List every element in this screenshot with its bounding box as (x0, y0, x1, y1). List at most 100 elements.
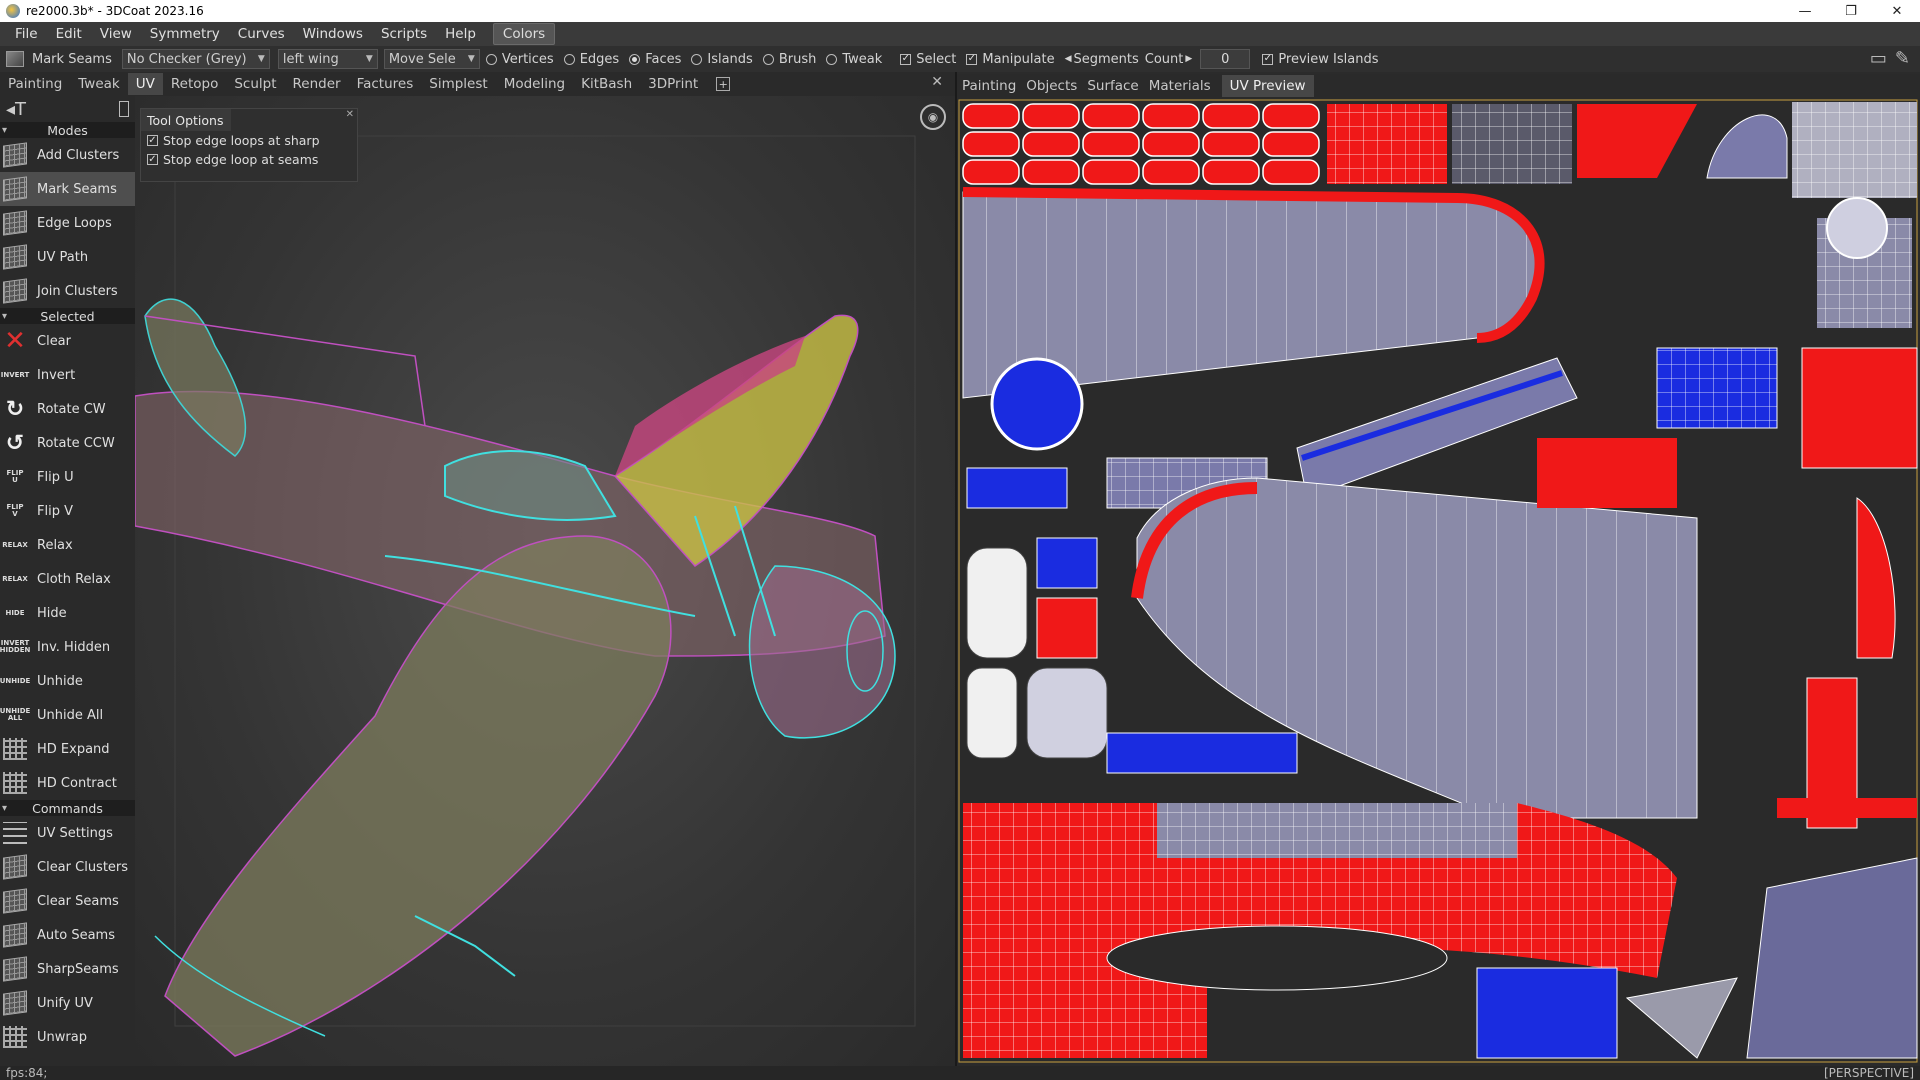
mode-tweak[interactable]: Tweak (826, 52, 882, 67)
aircraft-model-render (135, 135, 916, 1057)
rotate-cw-icon: ↻ (5, 396, 25, 422)
tab-3dprint[interactable]: 3DPrint (640, 73, 706, 95)
cmd-unify-uv[interactable]: Unify UV (0, 986, 135, 1020)
minimize-button[interactable]: — (1782, 0, 1828, 22)
mode-brush[interactable]: Brush (762, 52, 816, 67)
mode-faces[interactable]: Faces (629, 52, 681, 67)
cmd-hide[interactable]: HIDE Hide (0, 596, 135, 630)
menu-colors[interactable]: Colors (492, 23, 556, 45)
tool-options-title[interactable]: Tool Options (141, 109, 231, 131)
menu-edit[interactable]: Edit (47, 23, 91, 45)
tab-render[interactable]: Render (285, 73, 349, 95)
cmd-hd-contract[interactable]: HD Contract (0, 766, 135, 800)
unhide-icon: UNHIDE (0, 676, 31, 685)
cmd-auto-seams[interactable]: Auto Seams (0, 918, 135, 952)
tab-painting-right[interactable]: Painting (957, 75, 1021, 97)
option-stop-sharp[interactable]: ✓ Stop edge loops at sharp (141, 131, 357, 150)
cmd-clear-clusters[interactable]: Clear Clusters (0, 850, 135, 884)
item-label: SharpSeams (37, 961, 119, 977)
cmd-rotate-cw[interactable]: ↻ Rotate CW (0, 392, 135, 426)
cmd-unhide[interactable]: UNHIDE Unhide (0, 664, 135, 698)
add-room-icon[interactable]: + (716, 77, 731, 91)
pen-icon[interactable]: ✎ (1895, 48, 1910, 69)
checker-dropdown[interactable]: No Checker (Grey) ▼ (121, 49, 270, 69)
mode-uv-path[interactable]: UV Path (0, 240, 135, 274)
arrow-left-icon[interactable]: ◀ (1065, 54, 1072, 64)
tab-objects[interactable]: Objects (1021, 75, 1082, 97)
uv-layout (958, 99, 1918, 1063)
cmd-clear-seams[interactable]: Clear Seams (0, 884, 135, 918)
tab-materials[interactable]: Materials (1144, 75, 1216, 97)
mode-join-clusters[interactable]: Join Clusters (0, 274, 135, 308)
cmd-unwrap[interactable]: Unwrap (0, 1020, 135, 1054)
mode-add-clusters[interactable]: Add Clusters (0, 138, 135, 172)
uv-island-circle (1826, 197, 1888, 259)
arrow-right-icon[interactable]: ▶ (1185, 54, 1192, 64)
uv-preview-panel[interactable] (957, 98, 1920, 1066)
3d-viewport[interactable] (135, 96, 955, 1066)
mode-islands[interactable]: Islands (691, 52, 753, 67)
cmd-uv-settings[interactable]: UV Settings (0, 816, 135, 850)
frame-icon[interactable]: ▭ (1870, 48, 1887, 69)
cmd-clear[interactable]: ✕ Clear (0, 324, 135, 358)
checkbox-checked-icon: ✓ (966, 53, 978, 65)
option-stop-seams[interactable]: ✓ Stop edge loop at seams (141, 150, 357, 169)
tab-painting[interactable]: Painting (0, 73, 70, 95)
mode-edge-loops[interactable]: Edge Loops (0, 206, 135, 240)
tab-simplest[interactable]: Simplest (421, 73, 495, 95)
restore-button[interactable]: ❐ (1828, 0, 1874, 22)
preview-islands-checkbox[interactable]: ✓ Preview Islands (1262, 52, 1379, 67)
cmd-relax[interactable]: RELAX Relax (0, 528, 135, 562)
count-input[interactable]: 0 (1200, 49, 1251, 69)
tab-tweak[interactable]: Tweak (70, 73, 127, 95)
manipulate-checkbox[interactable]: ✓ Manipulate (966, 52, 1055, 67)
camera-icon[interactable]: ◉ (920, 104, 946, 130)
tab-kitbash[interactable]: KitBash (573, 73, 640, 95)
menu-help[interactable]: Help (436, 23, 485, 45)
section-commands[interactable]: Commands (0, 800, 135, 816)
item-label: Hide (37, 605, 67, 621)
tab-sculpt[interactable]: Sculpt (226, 73, 284, 95)
tab-modeling[interactable]: Modeling (496, 73, 573, 95)
text-tool-icon[interactable]: ◂T (6, 99, 26, 120)
cmd-cloth-relax[interactable]: RELAX Cloth Relax (0, 562, 135, 596)
right-panel-tabs: Painting Objects Surface Materials UV Pr… (957, 74, 1920, 98)
section-selected[interactable]: Selected (0, 308, 135, 324)
close-icon[interactable]: ✕ (346, 109, 354, 120)
cmd-sharp-seams[interactable]: SharpSeams (0, 952, 135, 986)
item-label: Rotate CW (37, 401, 106, 417)
menu-symmetry[interactable]: Symmetry (141, 23, 229, 45)
menu-windows[interactable]: Windows (294, 23, 372, 45)
mesh-icon (3, 990, 27, 1016)
object-dropdown[interactable]: left wing ▼ (277, 49, 378, 69)
menu-curves[interactable]: Curves (229, 23, 294, 45)
cmd-unhide-all[interactable]: UNHIDE ALL Unhide All (0, 698, 135, 732)
menu-view[interactable]: View (91, 23, 141, 45)
mode-mark-seams[interactable]: Mark Seams (0, 172, 135, 206)
tab-uv[interactable]: UV (127, 73, 163, 95)
tab-retopo[interactable]: Retopo (163, 73, 226, 95)
cmd-invert[interactable]: INVERT Invert (0, 358, 135, 392)
mesh-icon (3, 176, 27, 202)
section-modes[interactable]: Modes (0, 122, 135, 138)
select-checkbox[interactable]: ✓ Select (900, 52, 956, 67)
menu-file[interactable]: File (6, 23, 47, 45)
cmd-rotate-ccw[interactable]: ↺ Rotate CCW (0, 426, 135, 460)
cmd-inv-hidden[interactable]: INVERT HIDDEN Inv. Hidden (0, 630, 135, 664)
move-select-dropdown[interactable]: Move Sele ▼ (383, 49, 480, 69)
tab-factures[interactable]: Factures (349, 73, 422, 95)
tool-options-panel: Tool Options ✕ ✓ Stop edge loops at sharp… (140, 108, 358, 182)
invert-hidden-icon: INVERT HIDDEN (0, 639, 31, 654)
panel-toggle-icon[interactable] (119, 101, 129, 117)
cmd-hd-expand[interactable]: HD Expand (0, 732, 135, 766)
mode-edges[interactable]: Edges (563, 52, 619, 67)
close-button[interactable]: ✕ (1874, 0, 1920, 22)
mode-vertices[interactable]: Vertices (485, 52, 554, 67)
cmd-flip-v[interactable]: FLIP V Flip V (0, 494, 135, 528)
tab-surface[interactable]: Surface (1082, 75, 1143, 97)
close-icon[interactable]: ✕ (931, 74, 943, 90)
cmd-flip-u[interactable]: FLIP U Flip U (0, 460, 135, 494)
mode-tweak-label: Tweak (842, 51, 883, 67)
menu-scripts[interactable]: Scripts (372, 23, 436, 45)
tab-uv-preview[interactable]: UV Preview (1221, 75, 1314, 97)
